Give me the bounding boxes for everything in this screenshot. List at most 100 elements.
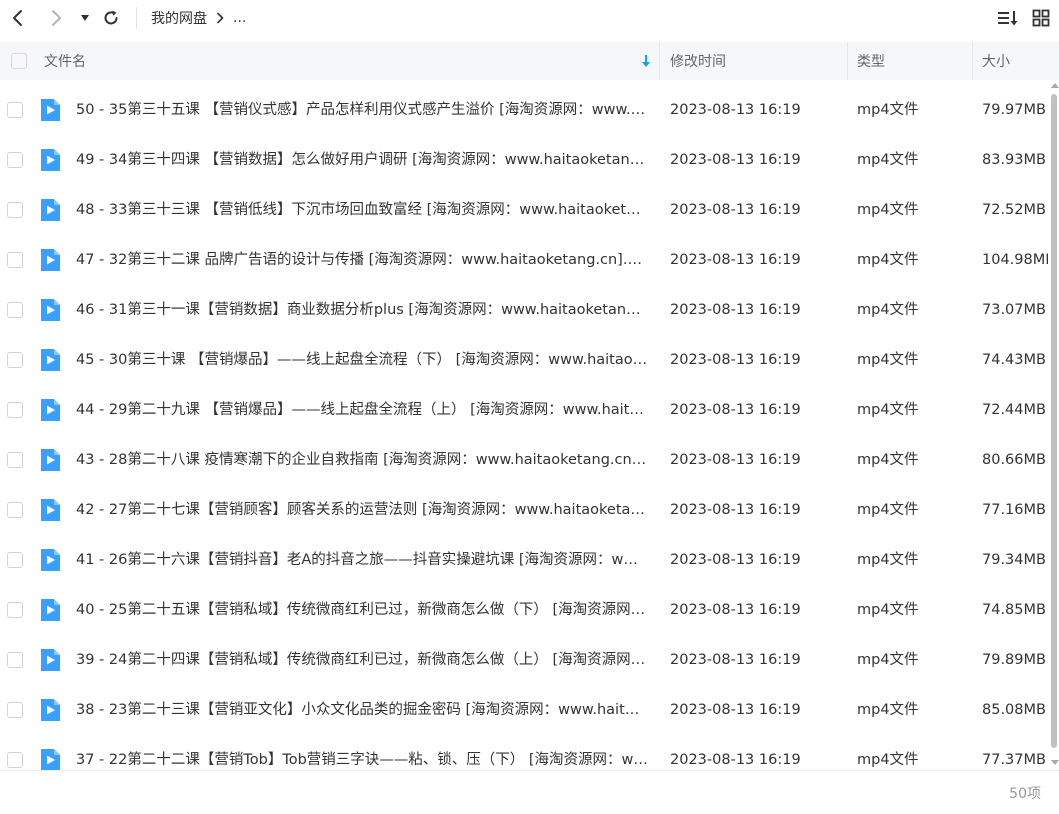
row-checkbox[interactable] — [7, 352, 23, 368]
table-row[interactable]: 45 - 30第三十课 【营销爆品】——线上起盘全流程（下） [海淘资源网：ww… — [0, 335, 1048, 385]
file-name[interactable]: 49 - 34第三十四课 【营销数据】怎么做好用户调研 [海淘资源网：www.h… — [76, 135, 648, 185]
file-size: 77.16MB — [982, 502, 1046, 518]
column-divider[interactable] — [972, 42, 973, 80]
forward-button[interactable] — [46, 6, 66, 30]
file-name[interactable]: 39 - 24第二十四课【营销私域】传统微商红利已过，新微商怎么做（上） [海淘… — [76, 635, 648, 685]
file-type: mp4文件 — [857, 152, 919, 168]
table-row[interactable]: 50 - 35第三十五课 【营销仪式感】产品怎样利用仪式感产生溢价 [海淘资源网… — [0, 85, 1048, 135]
table-row[interactable]: 37 - 22第二十二课【营销Tob】Tob营销三字诀——粘、锁、压（下） [海… — [0, 735, 1048, 770]
file-list: 50 - 35第三十五课 【营销仪式感】产品怎样利用仪式感产生溢价 [海淘资源网… — [0, 80, 1048, 770]
file-name[interactable]: 46 - 31第三十一课【营销数据】商业数据分析plus [海淘资源网：www.… — [76, 285, 648, 335]
video-file-icon — [41, 299, 60, 321]
table-row[interactable]: 43 - 28第二十八课 疫情寒潮下的企业自救指南 [海淘资源网：www.hai… — [0, 435, 1048, 485]
file-modified: 2023-08-13 16:19 — [670, 502, 801, 518]
table-row[interactable]: 49 - 34第三十四课 【营销数据】怎么做好用户调研 [海淘资源网：www.h… — [0, 135, 1048, 185]
sort-button[interactable] — [996, 6, 1020, 30]
video-file-icon — [41, 499, 60, 521]
video-file-icon — [41, 399, 60, 421]
file-modified: 2023-08-13 16:19 — [670, 302, 801, 318]
breadcrumb-more[interactable]: ... — [233, 10, 246, 26]
video-file-icon — [41, 549, 60, 571]
file-size: 85.08MB — [982, 702, 1046, 718]
back-button[interactable] — [8, 6, 28, 30]
row-checkbox[interactable] — [7, 602, 23, 618]
file-type: mp4文件 — [857, 302, 919, 318]
row-checkbox[interactable] — [7, 702, 23, 718]
table-row[interactable]: 48 - 33第三十三课 【营销低线】下沉市场回血致富经 [海淘资源网：www.… — [0, 185, 1048, 235]
file-modified: 2023-08-13 16:19 — [670, 652, 801, 668]
file-name[interactable]: 41 - 26第二十六课【营销抖音】老A的抖音之旅——抖音实操避坑课 [海淘资源… — [76, 535, 648, 585]
column-header-modified[interactable]: 修改时间 — [670, 42, 846, 80]
select-all-checkbox[interactable] — [11, 53, 27, 69]
file-name[interactable]: 48 - 33第三十三课 【营销低线】下沉市场回血致富经 [海淘资源网：www.… — [76, 185, 648, 235]
file-modified: 2023-08-13 16:19 — [670, 552, 801, 568]
column-header-size-label: 大小 — [982, 54, 1010, 70]
file-name[interactable]: 38 - 23第二十三课【营销亚文化】小众文化品类的掘金密码 [海淘资源网：ww… — [76, 685, 648, 735]
file-name[interactable]: 37 - 22第二十二课【营销Tob】Tob营销三字诀——粘、锁、压（下） [海… — [76, 735, 648, 770]
row-checkbox[interactable] — [7, 452, 23, 468]
caret-down-icon — [81, 15, 89, 21]
row-checkbox[interactable] — [7, 252, 23, 268]
video-file-icon — [41, 99, 60, 121]
column-header-type-label: 类型 — [857, 54, 885, 70]
file-size: 83.93MB — [982, 152, 1046, 168]
file-type: mp4文件 — [857, 252, 919, 268]
history-dropdown-button[interactable] — [78, 6, 92, 30]
file-name[interactable]: 47 - 32第三十二课 品牌广告语的设计与传播 [海淘资源网：www.hait… — [76, 235, 648, 285]
table-row[interactable]: 41 - 26第二十六课【营销抖音】老A的抖音之旅——抖音实操避坑课 [海淘资源… — [0, 535, 1048, 585]
row-checkbox[interactable] — [7, 202, 23, 218]
column-header-size[interactable]: 大小 — [982, 42, 1059, 80]
chevron-right-icon — [52, 10, 61, 26]
file-modified: 2023-08-13 16:19 — [670, 352, 801, 368]
file-size: 72.44MB — [982, 402, 1046, 418]
row-checkbox[interactable] — [7, 502, 23, 518]
file-type: mp4文件 — [857, 202, 919, 218]
video-file-icon — [41, 349, 60, 371]
column-header-type[interactable]: 类型 — [857, 42, 971, 80]
file-modified: 2023-08-13 16:19 — [670, 602, 801, 618]
table-row[interactable]: 47 - 32第三十二课 品牌广告语的设计与传播 [海淘资源网：www.hait… — [0, 235, 1048, 285]
refresh-icon — [104, 10, 118, 25]
refresh-button[interactable] — [100, 6, 122, 30]
row-checkbox[interactable] — [7, 302, 23, 318]
file-name[interactable]: 43 - 28第二十八课 疫情寒潮下的企业自救指南 [海淘资源网：www.hai… — [76, 435, 648, 485]
column-divider[interactable] — [659, 42, 660, 80]
table-row[interactable]: 39 - 24第二十四课【营销私域】传统微商红利已过，新微商怎么做（上） [海淘… — [0, 635, 1048, 685]
scroll-down-arrow-icon[interactable] — [1051, 760, 1059, 765]
row-checkbox[interactable] — [7, 652, 23, 668]
scroll-up-arrow-icon[interactable] — [1051, 83, 1059, 88]
item-count: 50项 — [1009, 786, 1041, 802]
file-size: 80.66MB — [982, 452, 1046, 468]
scrollbar-thumb[interactable] — [1051, 94, 1057, 748]
row-checkbox[interactable] — [7, 102, 23, 118]
file-name[interactable]: 50 - 35第三十五课 【营销仪式感】产品怎样利用仪式感产生溢价 [海淘资源网… — [76, 85, 648, 135]
file-size: 104.98MB — [982, 252, 1048, 268]
row-checkbox[interactable] — [7, 402, 23, 418]
table-row[interactable]: 42 - 27第二十七课【营销顾客】顾客关系的运营法则 [海淘资源网：www.h… — [0, 485, 1048, 535]
row-checkbox[interactable] — [7, 752, 23, 768]
row-checkbox[interactable] — [7, 552, 23, 568]
file-name[interactable]: 44 - 29第二十九课 【营销爆品】——线上起盘全流程（上） [海淘资源网：w… — [76, 385, 648, 435]
file-type: mp4文件 — [857, 352, 919, 368]
row-checkbox[interactable] — [7, 152, 23, 168]
table-row[interactable]: 46 - 31第三十一课【营销数据】商业数据分析plus [海淘资源网：www.… — [0, 285, 1048, 335]
view-toggle-button[interactable] — [1030, 6, 1052, 30]
column-divider[interactable] — [847, 42, 848, 80]
file-size: 79.34MB — [982, 552, 1046, 568]
file-name[interactable]: 42 - 27第二十七课【营销顾客】顾客关系的运营法则 [海淘资源网：www.h… — [76, 485, 648, 535]
file-name[interactable]: 40 - 25第二十五课【营销私域】传统微商红利已过，新微商怎么做（下） [海淘… — [76, 585, 648, 635]
breadcrumb-root[interactable]: 我的网盘 — [151, 8, 207, 28]
column-header-name-label: 文件名 — [44, 54, 86, 70]
grid-view-icon — [1032, 9, 1050, 27]
file-size: 72.52MB — [982, 202, 1046, 218]
file-type: mp4文件 — [857, 652, 919, 668]
table-row[interactable]: 44 - 29第二十九课 【营销爆品】——线上起盘全流程（上） [海淘资源网：w… — [0, 385, 1048, 435]
file-size: 79.89MB — [982, 652, 1046, 668]
table-row[interactable]: 38 - 23第二十三课【营销亚文化】小众文化品类的掘金密码 [海淘资源网：ww… — [0, 685, 1048, 735]
file-modified: 2023-08-13 16:19 — [670, 252, 801, 268]
file-name[interactable]: 45 - 30第三十课 【营销爆品】——线上起盘全流程（下） [海淘资源网：ww… — [76, 335, 648, 385]
file-size: 74.85MB — [982, 602, 1046, 618]
table-row[interactable]: 40 - 25第二十五课【营销私域】传统微商红利已过，新微商怎么做（下） [海淘… — [0, 585, 1048, 635]
column-header-name[interactable]: 文件名 — [44, 42, 660, 80]
table-header: 文件名 修改时间 类型 大小 — [0, 42, 1059, 80]
